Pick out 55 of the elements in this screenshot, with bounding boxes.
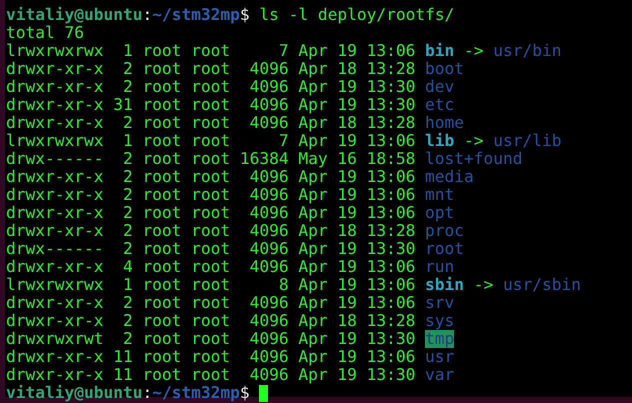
symlink-name: bin: [425, 42, 454, 60]
directory-name: dev: [425, 78, 454, 96]
link-target: usr/lib: [493, 132, 562, 150]
file-details: drwxr-xr-x 11 root root 4096 Apr 19 13:06: [6, 348, 416, 366]
prompt-separator: :: [142, 6, 152, 24]
file-details: drwx------ 2 root root 4096 Apr 19 13:30: [6, 240, 416, 258]
directory-name: var: [425, 366, 454, 384]
directory-name: root: [425, 240, 464, 258]
file-details: drwxr-xr-x 2 root root 4096 Apr 19 13:06: [6, 204, 416, 222]
directory-name: tmp: [425, 330, 454, 348]
directory-name: media: [425, 168, 474, 186]
prompt-user-host: vitaliy@ubuntu: [6, 6, 142, 24]
file-details: drwxr-xr-x 2 root root 4096 Apr 19 13:06: [6, 294, 416, 312]
prompt-symbol: $: [240, 6, 250, 24]
link-target: usr/sbin: [502, 276, 581, 294]
prompt-path: ~/stm32mp: [152, 6, 240, 24]
prompt-symbol: $: [240, 384, 250, 402]
symlink-name: sbin: [425, 276, 464, 294]
link-arrow: ->: [464, 42, 484, 60]
symlink-name: lib: [425, 132, 454, 150]
file-details: drwxr-xr-x 2 root root 4096 Apr 18 13:28: [6, 60, 416, 78]
directory-name: lost+found: [425, 150, 523, 168]
link-arrow: ->: [474, 276, 494, 294]
file-details: lrwxrwxrwx 1 root root 7 Apr 19 13:06: [6, 132, 416, 150]
file-details: drwxr-xr-x 2 root root 4096 Apr 18 13:28: [6, 222, 416, 240]
prompt-separator: :: [142, 384, 152, 402]
directory-name: proc: [425, 222, 464, 240]
directory-name: run: [425, 258, 454, 276]
directory-name: boot: [425, 60, 464, 78]
link-arrow: ->: [464, 132, 484, 150]
total-text: total 76: [6, 24, 84, 42]
directory-name: etc: [425, 96, 454, 114]
command-text: ls -l deploy/rootfs/: [259, 6, 454, 24]
directory-name: srv: [425, 294, 454, 312]
prompt-path: ~/stm32mp: [152, 384, 240, 402]
text-cursor: [259, 384, 268, 402]
file-details: lrwxrwxrwx 1 root root 8 Apr 19 13:06: [6, 276, 416, 294]
prompt-user-host: vitaliy@ubuntu: [6, 384, 142, 402]
file-details: drwxr-xr-x 2 root root 4096 Apr 18 13:28: [6, 114, 416, 132]
link-target: usr/bin: [493, 42, 562, 60]
file-details: drwxr-xr-x 2 root root 4096 Apr 19 13:06: [6, 168, 416, 186]
file-details: drwxr-xr-x 2 root root 4096 Apr 19 13:06: [6, 186, 416, 204]
file-details: drwxr-xr-x 11 root root 4096 Apr 19 13:30: [6, 366, 416, 384]
file-details: drwxr-xr-x 31 root root 4096 Apr 19 13:30: [6, 96, 416, 114]
file-details: drwxr-xr-x 4 root root 4096 Apr 19 13:06: [6, 258, 416, 276]
directory-name: usr: [425, 348, 454, 366]
directory-name: opt: [425, 204, 454, 222]
file-details: lrwxrwxrwx 1 root root 7 Apr 19 13:06: [6, 42, 416, 60]
directory-name: sys: [425, 312, 454, 330]
directory-name: mnt: [425, 186, 454, 204]
directory-name: home: [425, 114, 464, 132]
file-details: drwxr-xr-x 2 root root 4096 Apr 19 13:30: [6, 78, 416, 96]
file-details: drwxrwxrwt 2 root root 4096 Apr 19 13:30: [6, 330, 416, 348]
file-details: drwxr-xr-x 2 root root 4096 Apr 18 13:28: [6, 312, 416, 330]
file-details: drwx------ 2 root root 16384 May 16 18:58: [6, 150, 416, 168]
